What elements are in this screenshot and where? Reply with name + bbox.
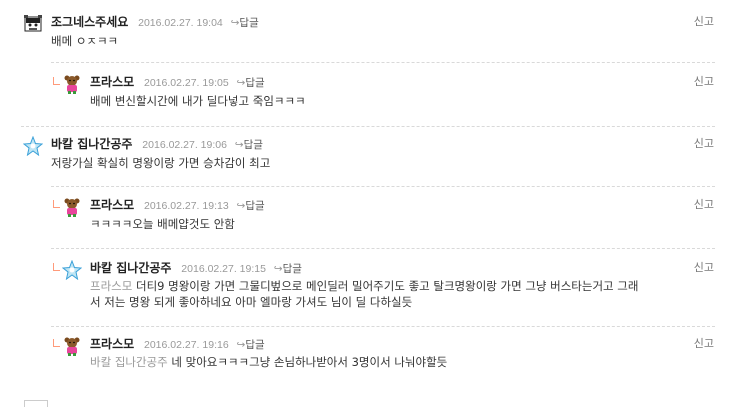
comment-date: 2016.02.27. 19:05 [144, 77, 229, 89]
comment-text: 저랑가실 확실히 명왕이랑 가면 승차감이 최고 [51, 156, 271, 170]
reply-button[interactable]: ↪답글 [274, 263, 302, 275]
reply-indent-icon [53, 339, 60, 347]
comment-text: ㅋㅋㅋㅋ오늘 배메얍것도 안함 [90, 217, 235, 231]
comment-text-line: 더티9 명왕이랑 가면 그물디벞으로 메인딜러 밀어주기도 좋고 탈크명왕이랑 … [135, 279, 639, 293]
comment-mention[interactable]: 프라스모 [90, 279, 132, 293]
comment-divider [51, 186, 715, 187]
comment-author[interactable]: 바칼 집나간공주 [90, 261, 171, 275]
reply-button[interactable]: ↪답글 [235, 139, 263, 151]
user-avatar-icon[interactable] [62, 336, 82, 356]
reply-button[interactable]: ↪답글 [237, 77, 265, 89]
user-avatar-icon[interactable] [62, 74, 82, 94]
comment-divider [51, 62, 715, 63]
reply-arrow-icon: ↪ [234, 139, 244, 151]
comment-text-line: 네 맞아요ㅋㅋㅋ그냥 손님하나받아서 3명이서 나눠야할듯 [171, 355, 448, 369]
comment-date: 2016.02.27. 19:13 [144, 200, 229, 212]
comment-divider [21, 126, 715, 127]
comment-author[interactable]: 바칼 집나간공주 [51, 137, 132, 151]
report-button[interactable]: 신고 [694, 260, 714, 276]
comment-date: 2016.02.27. 19:06 [142, 139, 227, 151]
report-button[interactable]: 신고 [694, 14, 714, 30]
comment-mention[interactable]: 바칼 집나간공주 [90, 355, 168, 369]
report-button[interactable]: 신고 [694, 197, 714, 213]
comment-divider [51, 248, 715, 249]
comment-text: 배메 변신할시간에 내가 딜다넣고 죽임ㅋㅋㅋ [90, 94, 306, 108]
comment-date: 2016.02.27. 19:04 [138, 17, 223, 29]
reply-arrow-icon: ↪ [236, 200, 246, 212]
report-button[interactable]: 신고 [694, 74, 714, 90]
comment-author[interactable]: 프라스모 [90, 198, 134, 212]
user-avatar-icon[interactable] [62, 197, 82, 217]
comment-text-line: 서 저는 명왕 되게 좋아하네요 아마 엘마랑 가셔도 님이 딜 다하실듯 [90, 295, 413, 309]
reply-button[interactable]: ↪답글 [231, 17, 259, 29]
user-avatar-icon[interactable] [23, 136, 43, 156]
comment-date: 2016.02.27. 19:16 [144, 339, 229, 351]
reply-indent-icon [53, 200, 60, 208]
reply-arrow-icon: ↪ [236, 77, 246, 89]
comment-divider [51, 326, 715, 327]
reply-arrow-icon: ↪ [273, 263, 283, 275]
reply-arrow-icon: ↪ [236, 339, 246, 351]
report-button[interactable]: 신고 [694, 136, 714, 152]
reply-indent-icon [53, 77, 60, 85]
user-avatar-icon[interactable] [62, 260, 82, 280]
comment-text: 바칼 집나간공주 네 맞아요ㅋㅋㅋ그냥 손님하나받아서 3명이서 나눠야할듯 [90, 353, 447, 372]
reply-button[interactable]: ↪답글 [237, 200, 265, 212]
comment-author[interactable]: 조그네스주세요 [51, 15, 128, 29]
comment-text: 배메 ㅇㅈㅋㅋ [51, 34, 119, 48]
reply-indent-icon [53, 263, 60, 271]
user-avatar-icon[interactable] [23, 14, 43, 34]
reply-button[interactable]: ↪답글 [237, 339, 265, 351]
comment-author[interactable]: 프라스모 [90, 75, 134, 89]
comment-date: 2016.02.27. 19:15 [181, 263, 266, 275]
report-button[interactable]: 신고 [694, 336, 714, 352]
comment-author[interactable]: 프라스모 [90, 337, 134, 351]
